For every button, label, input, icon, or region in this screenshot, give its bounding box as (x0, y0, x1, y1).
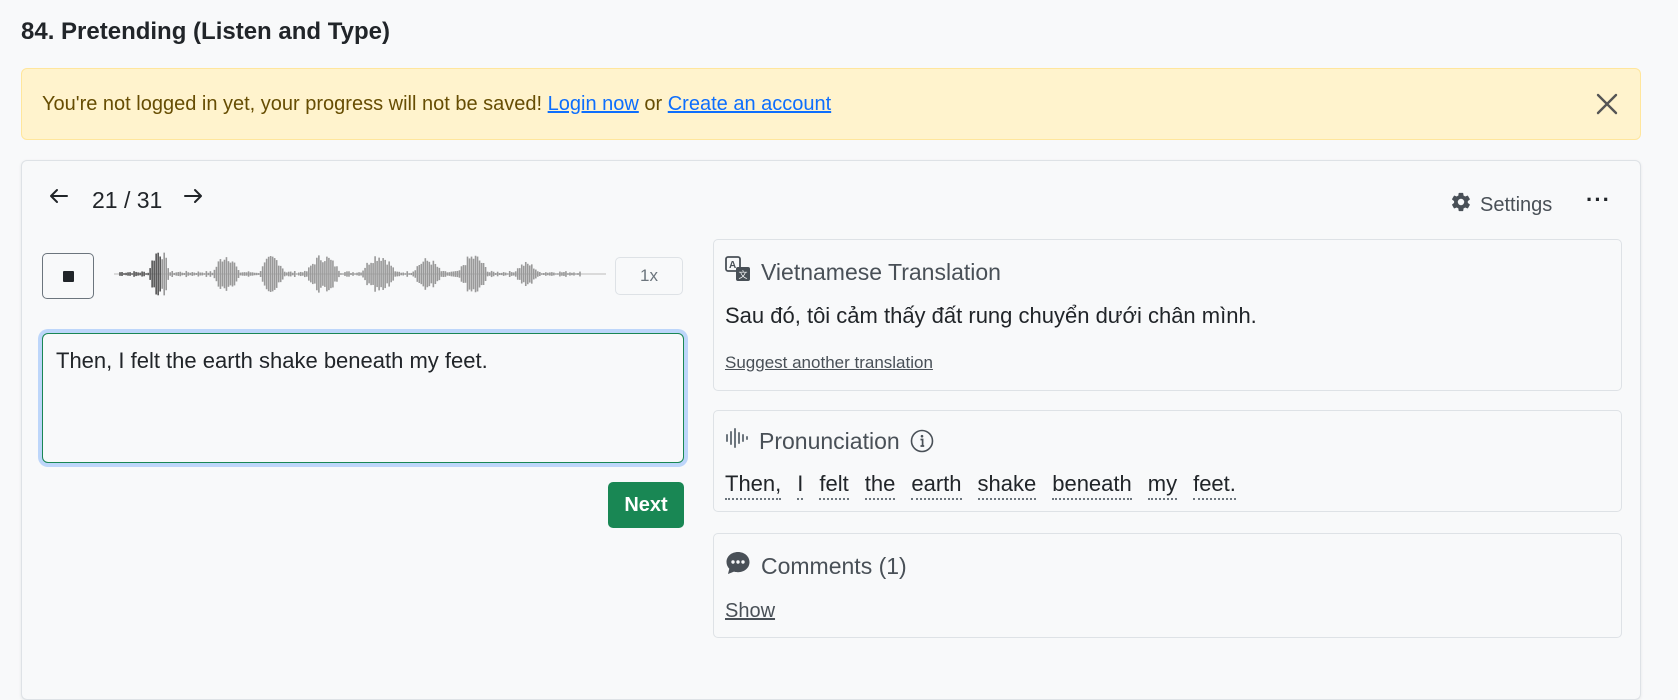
pronunciation-word[interactable]: I (797, 471, 804, 500)
create-account-link[interactable]: Create an account (668, 93, 831, 116)
arrow-right-icon[interactable] (182, 185, 204, 214)
translation-title: Vietnamese Translation (761, 258, 1001, 285)
comments-title: Comments (1) (761, 552, 907, 579)
answer-input[interactable] (42, 333, 684, 463)
pronunciation-word[interactable]: the (864, 471, 896, 500)
playback-speed-button[interactable]: 1x (615, 257, 683, 295)
translation-panel: A 文 Vietnamese Translation Sau đó, tôi c… (713, 239, 1622, 391)
suggest-translation-link[interactable]: Suggest another translation (725, 353, 933, 373)
gear-icon (1450, 191, 1472, 219)
pronunciation-word[interactable]: beneath (1052, 471, 1132, 500)
comments-panel: Comments (1) Show (713, 533, 1622, 638)
translation-text: Sau đó, tôi cảm thấy đất rung chuyển dướ… (725, 303, 1257, 328)
next-button[interactable]: Next (608, 482, 684, 528)
stop-button[interactable] (42, 253, 94, 299)
show-comments-link[interactable]: Show (725, 600, 775, 623)
pronunciation-word[interactable]: feet. (1193, 471, 1236, 500)
pronunciation-word[interactable]: shake (977, 471, 1037, 500)
page-title: 84. Pretending (Listen and Type) (21, 18, 390, 45)
pronunciation-words: Then, Ifelt the earth shake beneath my feet. (725, 471, 1236, 500)
pronunciation-word[interactable]: my (1147, 471, 1178, 500)
svg-text:A: A (729, 260, 736, 271)
alert-or-text: or (644, 92, 663, 115)
info-icon[interactable] (910, 429, 934, 453)
svg-text:文: 文 (739, 269, 748, 281)
more-options-icon[interactable]: ··· (1586, 187, 1611, 213)
settings-button[interactable]: Settings (1450, 191, 1552, 219)
soundwave-icon (725, 427, 749, 455)
pronunciation-word[interactable]: Then, (725, 471, 782, 500)
login-link[interactable]: Login now (548, 93, 639, 116)
close-icon[interactable] (1592, 89, 1622, 119)
login-alert: You're not logged in yet, your progress … (21, 68, 1641, 140)
pronunciation-title: Pronunciation (759, 427, 900, 454)
alert-message: You're not logged in yet, your progress … (42, 92, 543, 115)
chat-icon (725, 550, 751, 582)
pronunciation-panel: Pronunciation Then, Ifelt the earth shake ben… (713, 410, 1622, 512)
audio-waveform[interactable] (114, 239, 606, 309)
arrow-left-icon[interactable] (48, 185, 70, 214)
pronunciation-word[interactable]: felt (819, 471, 849, 500)
pronunciation-word[interactable]: earth (911, 471, 962, 500)
stop-icon (62, 270, 74, 282)
sentence-counter: 21 / 31 (92, 187, 163, 213)
exercise-card: 21 / 31 Settings ··· 1x Next A 文 Vietnam… (21, 160, 1641, 700)
translate-icon: A 文 (725, 256, 751, 288)
settings-label: Settings (1480, 193, 1553, 216)
